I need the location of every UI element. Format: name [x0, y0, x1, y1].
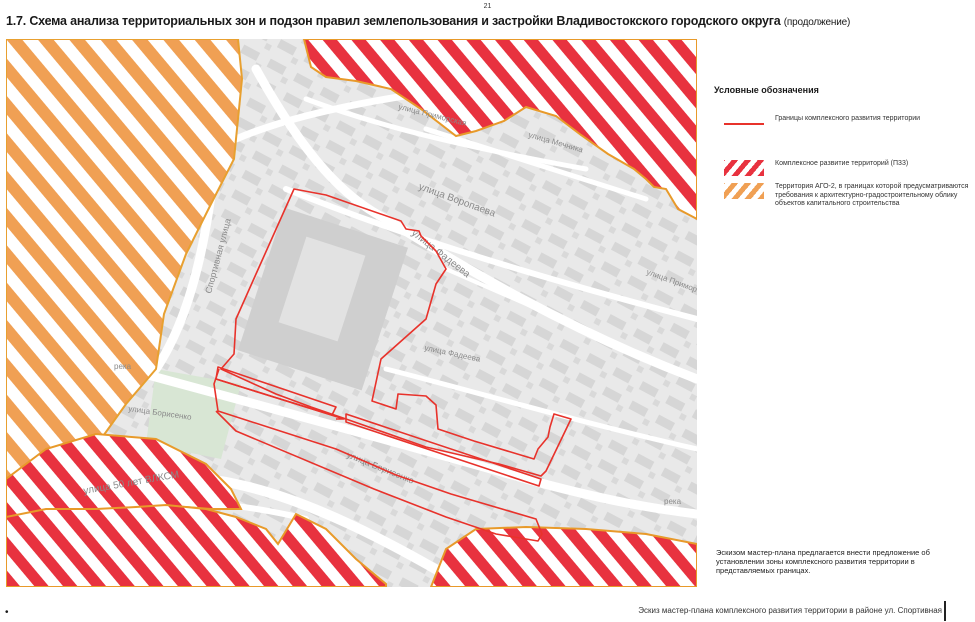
legend-item-label: Территория АГО-2, в границах которой пре…	[775, 183, 969, 207]
map[interactable]: улица Приморская улица Мечника улица Вор…	[6, 39, 697, 587]
street-label: река	[114, 362, 132, 371]
title-suffix: (продолжение)	[783, 17, 851, 28]
zone-p33-bottom-right	[429, 525, 697, 587]
map-canvas: улица Приморская улица Мечника улица Вор…	[6, 39, 697, 587]
footer-bullet: •	[5, 607, 9, 618]
street-label: река	[664, 497, 682, 506]
page-title: 1.7. Схема анализа территориальных зон и…	[6, 14, 850, 28]
legend-item-label: Границы комплексного развития территории	[775, 115, 921, 122]
footer-caption: Эскиз мастер-плана комплексного развития…	[638, 606, 942, 615]
legend-title: Условные обозначения	[714, 85, 819, 95]
title-main: 1.7. Схема анализа территориальных зон и…	[6, 14, 781, 28]
orange-hatch-icon	[724, 183, 764, 199]
red-hatch-icon	[724, 160, 764, 176]
red-line-icon	[724, 123, 764, 125]
legend-item-label: Комплексное развитие территорий (П33)	[775, 160, 909, 167]
page-number: 21	[483, 3, 492, 10]
footer-divider	[944, 601, 946, 621]
note-text: Эскизом мастер-плана предлагается внести…	[716, 548, 930, 575]
